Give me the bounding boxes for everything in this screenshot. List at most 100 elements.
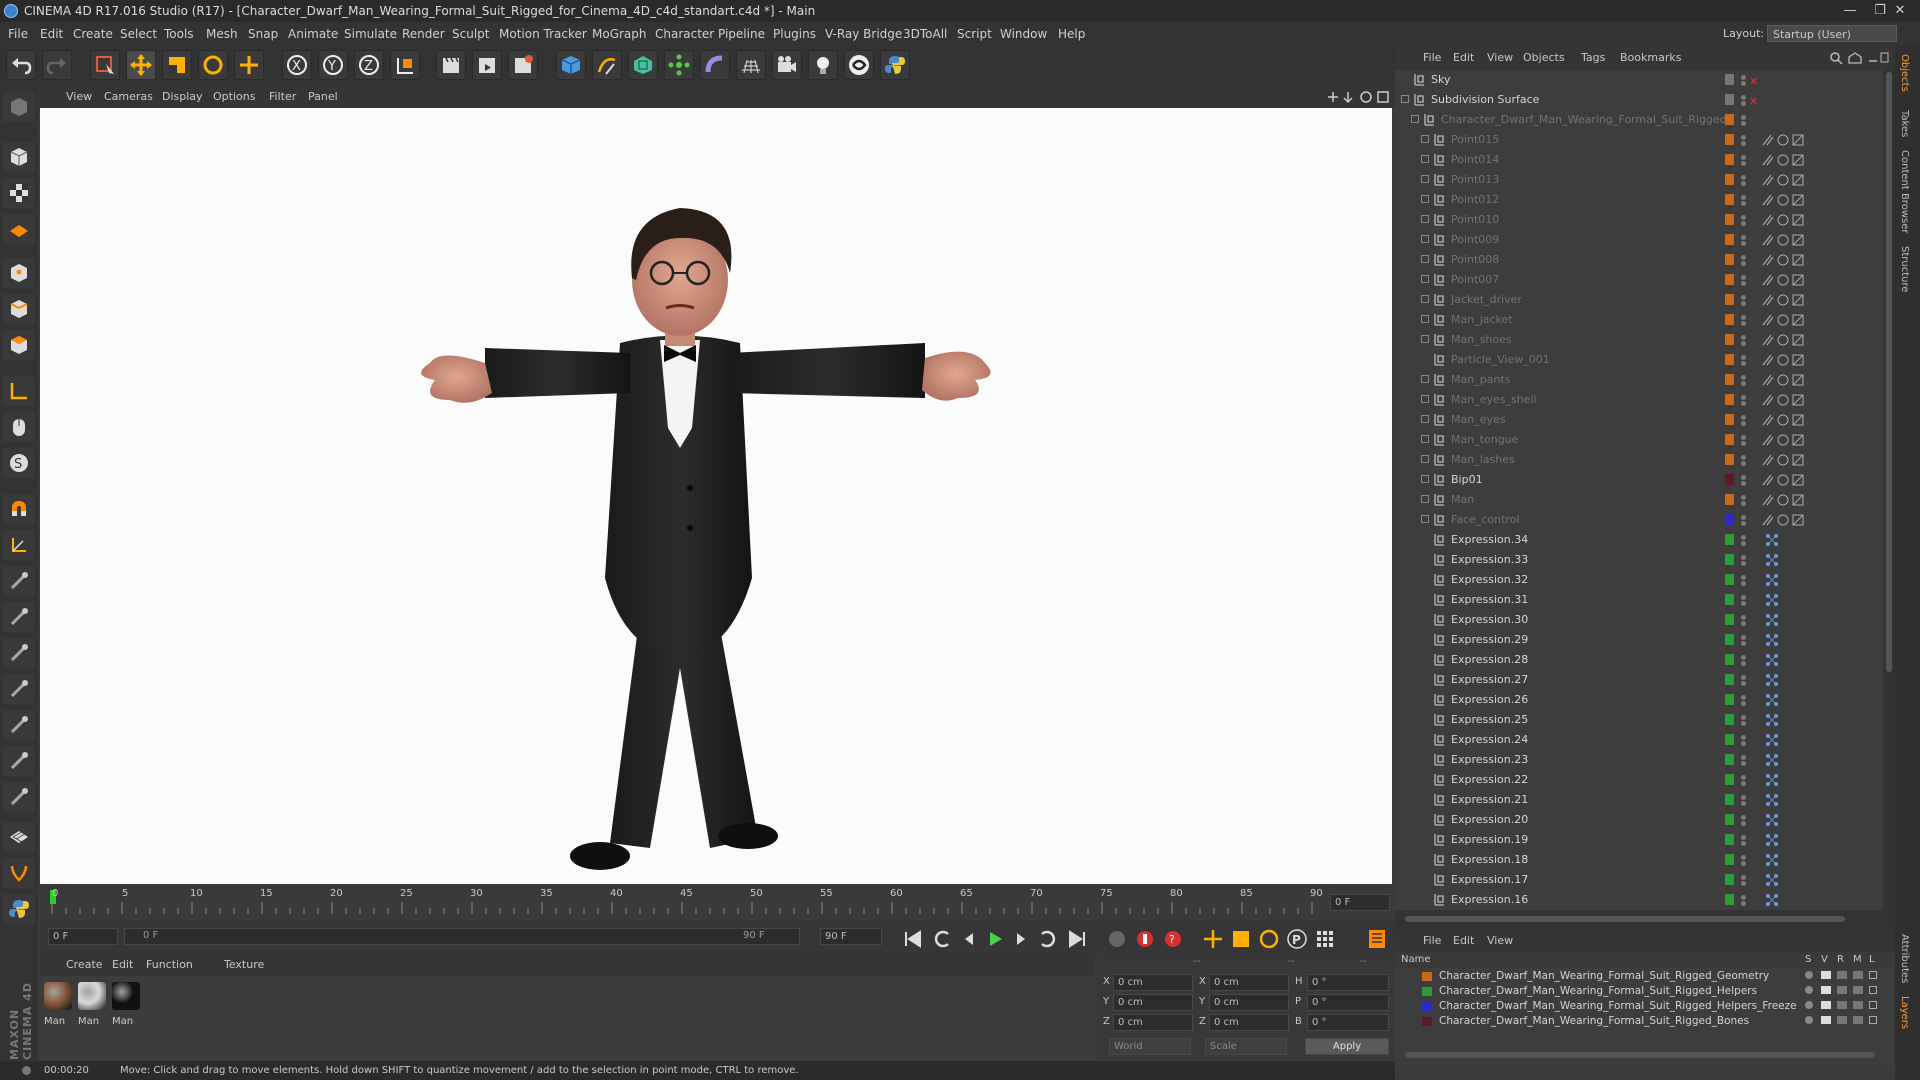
deactivate-icon[interactable]: ✕ xyxy=(1749,72,1758,92)
render-visibility-dot-icon[interactable] xyxy=(1741,501,1746,506)
object-manager-hscroll[interactable] xyxy=(1395,910,1895,930)
object-row[interactable]: Expression.26 xyxy=(1395,690,1883,710)
render-to-picture-viewer-button[interactable] xyxy=(472,50,502,80)
layer-lock-toggle-icon[interactable] xyxy=(1869,986,1877,994)
sculpt-tool-3-button[interactable] xyxy=(3,638,35,668)
end-frame-field[interactable]: 90 F xyxy=(820,928,882,945)
layer-solo-toggle-icon[interactable] xyxy=(1805,1001,1813,1009)
render-visibility-dot-icon[interactable] xyxy=(1741,261,1746,266)
python-console-button[interactable] xyxy=(3,894,35,924)
object-tags-icon[interactable] xyxy=(1761,373,1851,387)
object-row[interactable]: Expression.34 xyxy=(1395,530,1883,550)
layer-tag-icon[interactable] xyxy=(1725,74,1734,85)
layer-tag-icon[interactable] xyxy=(1725,814,1734,825)
layer-tag-icon[interactable] xyxy=(1725,154,1734,165)
timeline-layout-icon[interactable] xyxy=(1366,928,1388,950)
object-row[interactable]: Point008 xyxy=(1395,250,1883,270)
layer-tag-icon[interactable] xyxy=(1725,654,1734,665)
xpresso-tag-icon[interactable] xyxy=(1765,693,1779,707)
sculpt-tool-6-button[interactable] xyxy=(3,746,35,776)
layer-visible-toggle-icon[interactable] xyxy=(1821,971,1831,979)
visibility-dot-icon[interactable] xyxy=(1741,95,1746,100)
live-selection-button[interactable] xyxy=(90,50,120,80)
object-row[interactable]: Expression.17 xyxy=(1395,870,1883,890)
layer-visible-toggle-icon[interactable] xyxy=(1821,986,1831,994)
frame-range-slider[interactable]: 0 F 90 F xyxy=(124,928,800,945)
viewport-menu-cameras[interactable]: Cameras xyxy=(104,86,153,108)
cube-button[interactable] xyxy=(556,50,586,80)
expand-toggle-icon[interactable] xyxy=(1421,495,1429,503)
material-menu-create[interactable]: Create xyxy=(66,954,103,976)
object-tags-icon[interactable] xyxy=(1761,213,1851,227)
expand-toggle-icon[interactable] xyxy=(1421,335,1429,343)
spline-pen-button[interactable] xyxy=(592,50,622,80)
render-visibility-dot-icon[interactable] xyxy=(1741,361,1746,366)
object-row[interactable]: Point014 xyxy=(1395,150,1883,170)
expand-toggle-icon[interactable] xyxy=(1421,315,1429,323)
expand-toggle-icon[interactable] xyxy=(1421,135,1429,143)
key-point-level-icon[interactable] xyxy=(1314,928,1336,950)
layer-tag-icon[interactable] xyxy=(1725,694,1734,705)
side-tab-layers[interactable]: Layers xyxy=(1899,996,1910,1029)
layer-tag-icon[interactable] xyxy=(1725,434,1734,445)
layer-tag-icon[interactable] xyxy=(1725,494,1734,505)
render-visibility-dot-icon[interactable] xyxy=(1741,621,1746,626)
layer-visible-toggle-icon[interactable] xyxy=(1821,1016,1831,1024)
position-x-field[interactable]: 0 cm xyxy=(1113,974,1193,991)
visibility-dot-icon[interactable] xyxy=(1741,775,1746,780)
render-visibility-dot-icon[interactable] xyxy=(1741,721,1746,726)
visibility-dot-icon[interactable] xyxy=(1741,195,1746,200)
sculpt-tool-2-button[interactable] xyxy=(3,602,35,632)
menu-window[interactable]: Window xyxy=(1000,22,1047,46)
object-manager-search-icons[interactable] xyxy=(1829,51,1889,65)
layer-tag-icon[interactable] xyxy=(1725,874,1734,885)
object-tags-icon[interactable] xyxy=(1761,413,1851,427)
xpresso-tag-icon[interactable] xyxy=(1765,813,1779,827)
undo-button[interactable] xyxy=(6,50,36,80)
render-visibility-dot-icon[interactable] xyxy=(1741,761,1746,766)
play-icon[interactable] xyxy=(984,928,1006,950)
menu-plugins[interactable]: Plugins xyxy=(773,22,816,46)
object-row[interactable]: Man_eyes xyxy=(1395,410,1883,430)
visibility-dot-icon[interactable] xyxy=(1741,615,1746,620)
expand-toggle-icon[interactable] xyxy=(1401,95,1409,103)
menu-3dtoall[interactable]: 3DToAll xyxy=(903,22,947,46)
layer-solo-toggle-icon[interactable] xyxy=(1805,986,1813,994)
object-tags-icon[interactable] xyxy=(1761,173,1851,187)
visibility-dot-icon[interactable] xyxy=(1741,795,1746,800)
object-row[interactable]: Character_Dwarf_Man_Wearing_Formal_Suit_… xyxy=(1395,110,1883,130)
rotation-h-field[interactable]: 0 ° xyxy=(1307,974,1389,991)
layer-lock-toggle-icon[interactable] xyxy=(1869,1016,1877,1024)
object-tags-icon[interactable] xyxy=(1761,253,1851,267)
position-y-field[interactable]: 0 cm xyxy=(1113,994,1193,1011)
object-menu-objects[interactable]: Objects xyxy=(1523,46,1565,70)
xpresso-tag-icon[interactable] xyxy=(1765,673,1779,687)
layer-tag-icon[interactable] xyxy=(1725,894,1734,905)
timeline-ruler[interactable]: 0 5 10 15 20 25 30 35 40 45 50 55 60 65 … xyxy=(40,884,1395,920)
render-visibility-dot-icon[interactable] xyxy=(1741,141,1746,146)
expand-toggle-icon[interactable] xyxy=(1421,375,1429,383)
visibility-dot-icon[interactable] xyxy=(1741,655,1746,660)
render-visibility-dot-icon[interactable] xyxy=(1741,901,1746,906)
visibility-dot-icon[interactable] xyxy=(1741,115,1746,120)
layer-manager-toggle-icon[interactable] xyxy=(1853,986,1863,994)
menu-motion-tracker[interactable]: Motion Tracker xyxy=(499,22,587,46)
autokey-icon[interactable] xyxy=(1134,928,1156,950)
visibility-dot-icon[interactable] xyxy=(1741,75,1746,80)
solo-button[interactable]: S xyxy=(3,448,35,478)
visibility-dot-icon[interactable] xyxy=(1741,175,1746,180)
layer-tag-icon[interactable] xyxy=(1725,254,1734,265)
visibility-dot-icon[interactable] xyxy=(1741,315,1746,320)
viewport-menu-display[interactable]: Display xyxy=(162,86,203,108)
visibility-dot-icon[interactable] xyxy=(1741,755,1746,760)
layer-tag-icon[interactable] xyxy=(1725,194,1734,205)
object-manager-scrollbar[interactable] xyxy=(1883,70,1895,910)
xpresso-tag-icon[interactable] xyxy=(1765,633,1779,647)
axis-mode-button[interactable] xyxy=(3,376,35,406)
layer-tag-icon[interactable] xyxy=(1725,634,1734,645)
object-row[interactable]: Expression.30 xyxy=(1395,610,1883,630)
edges-mode-button[interactable] xyxy=(3,294,35,324)
render-visibility-dot-icon[interactable] xyxy=(1741,281,1746,286)
render-visibility-dot-icon[interactable] xyxy=(1741,681,1746,686)
layer-menu-edit[interactable]: Edit xyxy=(1453,930,1474,952)
